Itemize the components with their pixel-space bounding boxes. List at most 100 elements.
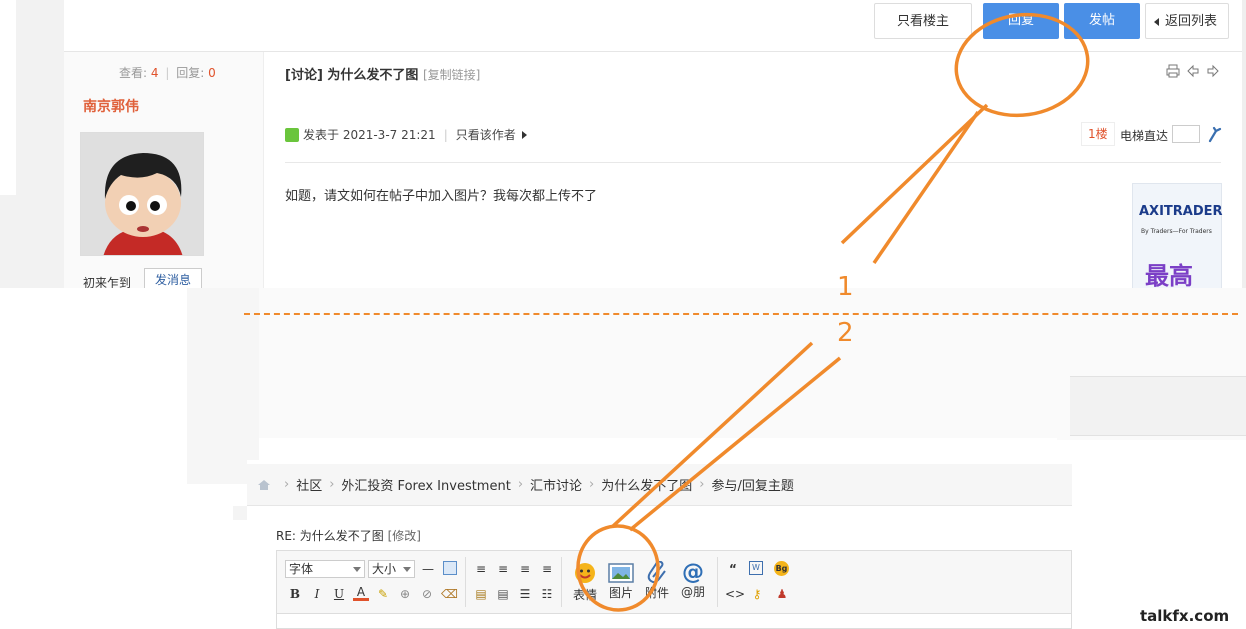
- left-gutter-lower: [0, 195, 16, 288]
- float-left-icon[interactable]: ▤: [473, 586, 489, 602]
- paperclip-icon: [647, 560, 666, 584]
- author-sidebar: 查看: 4 | 回复: 0 南京郭伟 初来乍到 发消息: [64, 52, 264, 288]
- prev-thread-icon[interactable]: [1186, 64, 1200, 78]
- emoji-button[interactable]: 表情: [569, 561, 601, 603]
- highlight-icon[interactable]: ✎: [375, 586, 391, 602]
- breadcrumb-market-discussion[interactable]: 汇市讨论: [530, 475, 582, 494]
- post-meta: 发表于 2021-3-7 21:21 | 只看该作者: [285, 126, 527, 143]
- section-divider-dashed: [244, 313, 1238, 315]
- online-status-icon: [285, 127, 299, 142]
- breadcrumb-reply: 参与/回复主题: [711, 479, 794, 494]
- font-size-value: 大小: [372, 562, 397, 576]
- floor-number[interactable]: 1楼: [1081, 122, 1115, 146]
- image-button[interactable]: 图片: [605, 563, 637, 601]
- watermark: talkfx.com: [1140, 607, 1230, 625]
- post-content: 如题，请文如何在帖子中加入图片？我每次都上传不了: [285, 189, 598, 204]
- bg-icon[interactable]: Bg: [774, 561, 789, 576]
- step-2-label: 2: [837, 318, 854, 348]
- hide-key-icon[interactable]: ⚷: [749, 586, 765, 602]
- bold-icon[interactable]: B: [287, 586, 303, 602]
- emoji-icon: [575, 563, 595, 583]
- mention-button[interactable]: @ @朋: [677, 561, 709, 600]
- align-right-icon[interactable]: ≡: [539, 561, 555, 577]
- ordered-list-icon[interactable]: ☰: [517, 586, 533, 602]
- ad-tagline: By Traders—For Traders: [1141, 228, 1212, 235]
- cropped-page-background: [259, 288, 1057, 438]
- avatar[interactable]: [80, 132, 204, 256]
- divider: [285, 162, 1221, 163]
- avatar-cartoon-icon: [81, 133, 203, 255]
- reply-editor-panel: › 社区 › 外汇投资 Forex Investment › 汇市讨论 › 为什…: [247, 460, 1072, 629]
- attachment-label: 附件: [644, 586, 669, 600]
- views-count: 4: [150, 66, 159, 80]
- font-size-select[interactable]: 大小: [368, 560, 415, 578]
- only-op-button[interactable]: 只看楼主: [874, 3, 972, 39]
- home-icon[interactable]: [257, 479, 271, 491]
- at-icon: @: [682, 560, 704, 585]
- align-justify-icon[interactable]: ≡: [517, 561, 533, 577]
- breadcrumb-forex-investment[interactable]: 外汇投资 Forex Investment: [341, 475, 510, 494]
- thread-title: [讨论] 为什么发不了图 [复制链接]: [285, 64, 480, 83]
- reply-subject-edit[interactable]: [修改]: [388, 529, 421, 543]
- underline-icon[interactable]: U: [331, 586, 347, 602]
- jump-go-icon[interactable]: [1207, 125, 1223, 143]
- post-action-bar: 只看楼主 回复 发帖 返回列表: [64, 0, 1242, 52]
- breadcrumb-community[interactable]: 社区: [296, 475, 322, 494]
- font-color-icon[interactable]: A: [353, 586, 369, 601]
- back-to-list-button[interactable]: 返回列表: [1145, 3, 1229, 39]
- post-tools: [1166, 64, 1220, 78]
- italic-icon[interactable]: I: [309, 586, 325, 602]
- replies-count: 0: [208, 66, 216, 80]
- views-label: 查看:: [119, 66, 148, 80]
- thread-title-text: [讨论] 为什么发不了图: [285, 68, 419, 83]
- editor-textarea[interactable]: [276, 614, 1072, 629]
- caret-right-icon: [521, 130, 527, 139]
- post-panel: 只看楼主 回复 发帖 返回列表 查看: 4 | 回复: 0 南京郭伟 初来乍到 …: [64, 0, 1242, 288]
- new-post-button[interactable]: 发帖: [1064, 3, 1140, 39]
- reply-subject: RE: 为什么发不了图 [修改]: [276, 527, 421, 544]
- caret-left-icon: [1154, 18, 1159, 26]
- editor-toolbar: 字体 大小 — B I U A ✎ ⊕ ⊘ ⌫ ≡ ≡ ≡ ≡ ▤ ▤ ☰ ☷ …: [276, 550, 1072, 614]
- replies-label: 回复:: [176, 66, 205, 80]
- left-gutter: [16, 0, 64, 288]
- quote-icon[interactable]: “: [725, 561, 741, 577]
- user-title: 初来乍到: [83, 276, 132, 288]
- unlink-icon[interactable]: ⊘: [419, 586, 435, 602]
- ad-brand: AXITRADER: [1139, 204, 1223, 219]
- print-icon[interactable]: [1166, 64, 1180, 78]
- next-thread-icon[interactable]: [1206, 64, 1220, 78]
- breadcrumb-thread[interactable]: 为什么发不了图: [601, 475, 692, 494]
- emoji-label: 表情: [572, 588, 597, 602]
- reply-subject-text: RE: 为什么发不了图: [276, 529, 384, 543]
- jump-to-floor-input[interactable]: [1172, 125, 1200, 143]
- unordered-list-icon[interactable]: ☷: [539, 586, 555, 602]
- ad-headline: 最高: [1145, 262, 1193, 288]
- toolbar-separator: [561, 557, 562, 607]
- step-1-label: 1: [837, 272, 854, 302]
- post-stats: 查看: 4 | 回复: 0: [119, 66, 216, 80]
- left-fragment-bottom: [233, 506, 247, 520]
- clear-format-icon[interactable]: ⌫: [441, 586, 458, 602]
- reply-button[interactable]: 回复: [983, 3, 1059, 39]
- code-icon[interactable]: <>: [725, 586, 745, 602]
- author-name-link[interactable]: 南京郭伟: [83, 96, 139, 116]
- align-left-icon[interactable]: ≡: [473, 561, 489, 577]
- jump-to-floor-label: 电梯直达: [1120, 129, 1169, 143]
- toolbar-separator: [717, 557, 718, 607]
- background-color-icon[interactable]: [443, 561, 457, 575]
- author-only-link[interactable]: 只看该作者: [456, 126, 516, 143]
- font-family-select[interactable]: 字体: [285, 560, 365, 578]
- attachment-button[interactable]: 附件: [641, 560, 673, 601]
- copy-link[interactable]: [复制链接]: [423, 68, 480, 82]
- back-to-list-label: 返回列表: [1164, 14, 1217, 29]
- paste-word-icon[interactable]: W: [749, 561, 763, 575]
- qq-icon[interactable]: ♟: [774, 586, 790, 602]
- ad-banner[interactable]: AXITRADER By Traders—For Traders 最高: [1132, 183, 1223, 288]
- link-icon[interactable]: ⊕: [397, 586, 413, 602]
- horizontal-rule-icon[interactable]: —: [420, 561, 436, 577]
- align-center-icon[interactable]: ≡: [495, 561, 511, 577]
- breadcrumb: › 社区 › 外汇投资 Forex Investment › 汇市讨论 › 为什…: [247, 464, 1072, 506]
- send-message-button[interactable]: 发消息: [144, 268, 202, 288]
- mention-label: @朋: [680, 585, 705, 599]
- float-right-icon[interactable]: ▤: [495, 586, 511, 602]
